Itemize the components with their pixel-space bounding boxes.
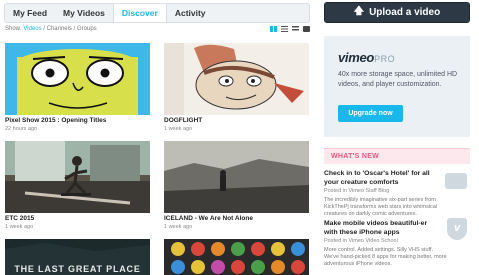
- upgrade-now-button[interactable]: Upgrade now: [338, 105, 403, 122]
- filter-channels[interactable]: Channels: [47, 26, 72, 32]
- filter-row: Show: Videos / Channels / Groups: [5, 26, 310, 36]
- upload-label: Upload a video: [369, 7, 441, 18]
- upload-video-button[interactable]: 🡅 Upload a video: [324, 2, 470, 23]
- video-thumbnail[interactable]: [164, 141, 309, 213]
- tab-my-videos[interactable]: My Videos: [55, 4, 113, 22]
- grid-view-icon[interactable]: [270, 26, 277, 32]
- video-meta: 1 week ago: [164, 224, 193, 230]
- speech-bubble-icon: [445, 173, 467, 189]
- filter-videos[interactable]: Videos: [23, 26, 41, 32]
- skateboard-thumbnail-image: [5, 141, 150, 213]
- whats-new-heading: WHAT'S NEW: [324, 148, 470, 164]
- list-view-icon[interactable]: [281, 26, 288, 32]
- video-meta: 1 week ago: [5, 224, 34, 230]
- news-item: Check in to 'Oscar's Hotel' for all your…: [324, 170, 470, 218]
- show-label: Show:: [5, 26, 22, 32]
- whats-new-panel: WHAT'S NEW Check in to 'Oscar's Hotel' f…: [324, 148, 470, 275]
- filter-sep: /: [43, 26, 45, 32]
- video-title[interactable]: DOGFLIGHT: [164, 117, 202, 124]
- filter-sep: /: [73, 26, 76, 32]
- app-icons-thumbnail-image: [164, 239, 309, 275]
- cartoon-face-thumbnail-image: [5, 43, 150, 115]
- news-item: Make mobile videos beautiful-er with the…: [324, 218, 470, 268]
- iceland-landscape-thumbnail-image: [164, 141, 309, 213]
- detail-view-icon[interactable]: [292, 26, 299, 32]
- news-source[interactable]: Posted in Vimeo Video School: [324, 238, 470, 244]
- tab-my-feed[interactable]: My Feed: [5, 4, 55, 22]
- thumbnail-overlay-text: THE LAST GREAT PLACE: [14, 264, 141, 274]
- tab-activity[interactable]: Activity: [167, 4, 214, 22]
- main-tabs: My Feed My Videos Discover Activity: [4, 3, 310, 23]
- news-title[interactable]: Check in to 'Oscar's Hotel' for all your…: [324, 170, 442, 187]
- video-thumbnail[interactable]: [164, 43, 309, 115]
- tab-discover[interactable]: Discover: [112, 4, 167, 22]
- video-thumbnail[interactable]: [5, 43, 150, 115]
- video-title[interactable]: Pixel Show 2015 : Opening Titles: [5, 117, 106, 124]
- video-title[interactable]: ETC 2015: [5, 215, 34, 222]
- news-description: More control. Added settings. Silly VHS …: [324, 247, 447, 267]
- vimeo-shield-icon: v: [447, 218, 467, 240]
- video-thumbnail[interactable]: THE LAST GREAT PLACE: [5, 239, 150, 275]
- video-thumbnail[interactable]: [5, 141, 150, 213]
- video-title[interactable]: ICELAND - We Are Not Alone: [164, 215, 253, 222]
- video-thumbnail[interactable]: [164, 239, 309, 275]
- vimeo-pro-logo: vimeoPRO: [338, 50, 396, 65]
- pro-description: 40x more storage space, unlimited HD vid…: [338, 71, 458, 88]
- couch-mode-icon[interactable]: [303, 26, 310, 32]
- video-meta: 1 week ago: [164, 126, 193, 132]
- view-toggle: [270, 26, 310, 32]
- arrow-up-icon: 🡅: [353, 6, 365, 17]
- news-title[interactable]: Make mobile videos beautiful-er with the…: [324, 220, 442, 237]
- pilot-cartoon-thumbnail-image: [164, 43, 309, 115]
- video-meta: 22 hours ago: [5, 126, 38, 132]
- news-description: The incredibly imaginative six-part seri…: [324, 197, 438, 217]
- filter-groups[interactable]: Groups: [77, 26, 97, 32]
- vimeo-pro-ad: vimeoPRO 40x more storage space, unlimit…: [324, 36, 470, 137]
